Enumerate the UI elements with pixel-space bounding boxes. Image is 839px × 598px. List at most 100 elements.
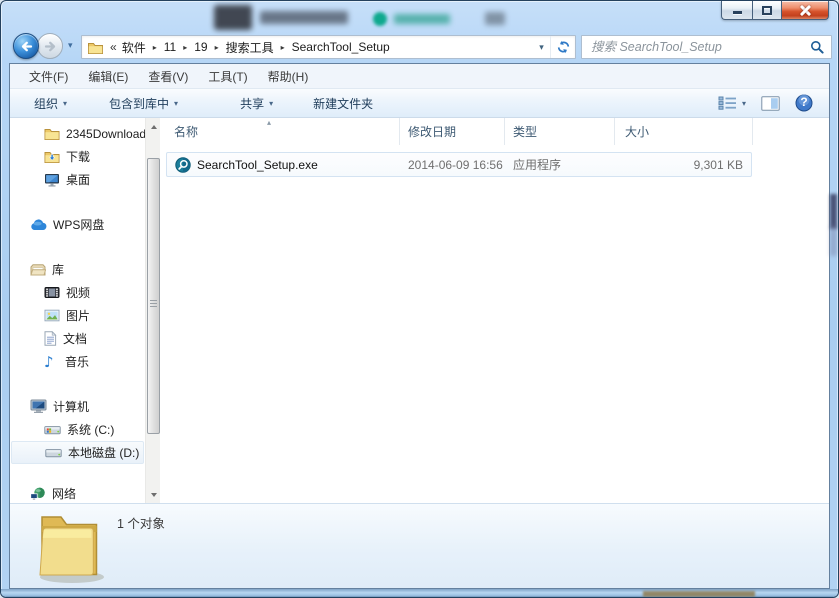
include-in-library-button[interactable]: 包含到库中▾ xyxy=(101,91,186,116)
change-view-button[interactable]: ▾ xyxy=(718,96,746,110)
background-window-blur xyxy=(830,226,837,256)
column-header-size[interactable]: 大小 xyxy=(615,118,753,145)
scroll-up-button[interactable] xyxy=(146,119,160,134)
new-folder-label: 新建文件夹 xyxy=(313,95,373,112)
search-box xyxy=(581,35,832,59)
sidebar-item-label: 2345Download xyxy=(66,127,145,141)
scrollbar-thumb[interactable] xyxy=(147,158,160,434)
sidebar-item-label: 文档 xyxy=(63,330,87,347)
breadcrumb-overflow-button[interactable]: « xyxy=(110,40,117,54)
breadcrumb-separator-icon[interactable]: ▸ xyxy=(181,43,189,52)
breadcrumb-segment[interactable]: 搜索工具 xyxy=(221,39,279,56)
sidebar-item-label: 系统 (C:) xyxy=(67,421,114,438)
menu-tools[interactable]: 工具(T) xyxy=(198,65,257,88)
help-button[interactable]: ? xyxy=(795,94,813,112)
breadcrumb-segment[interactable]: 11 xyxy=(159,40,181,54)
sidebar-group-gap xyxy=(10,464,160,482)
sidebar-item-pictures[interactable]: 图片 xyxy=(10,304,145,327)
search-input[interactable] xyxy=(582,40,803,54)
documents-icon xyxy=(44,331,57,346)
sidebar-item-local-d[interactable]: 本地磁盘 (D:) xyxy=(11,441,144,464)
breadcrumb-separator-icon[interactable]: ▸ xyxy=(213,43,221,52)
address-row: ▾ « 软件 ▸ 11 ▸ 19 ▸ 搜索工具 ▸ SearchTool_Set… xyxy=(9,31,830,63)
sidebar-item-2345download[interactable]: 2345Download xyxy=(10,122,145,145)
file-type-cell: 应用程序 xyxy=(505,156,615,173)
breadcrumb-segment[interactable]: SearchTool_Setup xyxy=(287,40,395,54)
videos-icon xyxy=(44,286,60,299)
breadcrumb-separator-icon[interactable]: ▸ xyxy=(151,43,159,52)
desktop-icon xyxy=(44,173,60,187)
column-header-date-modified[interactable]: 修改日期 xyxy=(400,118,505,145)
breadcrumb-segment[interactable]: 软件 xyxy=(117,39,151,56)
sidebar-item-desktop[interactable]: 桌面 xyxy=(10,168,145,191)
sidebar-group-gap xyxy=(10,236,160,258)
share-label: 共享 xyxy=(240,95,264,112)
menu-help[interactable]: 帮助(H) xyxy=(258,65,319,88)
window-controls xyxy=(721,1,829,20)
menu-bar: 文件(F) 编辑(E) 查看(V) 工具(T) 帮助(H) xyxy=(10,64,829,89)
address-dropdown-button[interactable]: ▾ xyxy=(533,42,550,53)
pictures-icon xyxy=(44,309,60,322)
folder-icon xyxy=(44,127,60,140)
back-button[interactable] xyxy=(13,33,39,59)
minimize-icon xyxy=(733,11,742,14)
chevron-down-icon: ▾ xyxy=(63,99,67,108)
sidebar-item-wps-cloud[interactable]: WPS网盘 xyxy=(10,213,145,236)
help-glyph: ? xyxy=(795,95,813,109)
include-in-library-label: 包含到库中 xyxy=(109,95,169,112)
sidebar-item-system-c[interactable]: 系统 (C:) xyxy=(10,418,145,441)
sidebar-item-downloads[interactable]: 下载 xyxy=(10,145,145,168)
file-list-pane: ▴ 名称 修改日期 类型 大小 SearchTool_Setup. xyxy=(160,118,829,503)
sidebar-item-network[interactable]: 网络 xyxy=(10,482,145,503)
sidebar-item-music[interactable]: ♪ 音乐 xyxy=(10,350,145,373)
breadcrumb-segment[interactable]: 19 xyxy=(189,40,212,54)
command-toolbar: 组织▾ 包含到库中▾ 共享▾ 新建文件夹 ▾ xyxy=(10,89,829,118)
refresh-icon xyxy=(556,40,571,54)
background-window-blur xyxy=(214,5,252,30)
toolbar-right-group: ▾ ? xyxy=(718,94,813,112)
column-header-name[interactable]: 名称 xyxy=(160,118,400,145)
column-headers: ▴ 名称 修改日期 类型 大小 xyxy=(160,118,829,145)
sidebar-item-label: 计算机 xyxy=(53,398,89,415)
column-header-type[interactable]: 类型 xyxy=(505,118,615,145)
menu-file[interactable]: 文件(F) xyxy=(19,65,78,88)
file-row[interactable]: SearchTool_Setup.exe 2014-06-09 16:56 应用… xyxy=(166,152,752,177)
sidebar-scrollbar[interactable] xyxy=(145,118,160,503)
minimize-button[interactable] xyxy=(721,1,752,20)
refresh-button[interactable] xyxy=(550,36,575,58)
menu-view[interactable]: 查看(V) xyxy=(138,65,198,88)
cloud-icon xyxy=(30,219,47,231)
organize-button[interactable]: 组织▾ xyxy=(26,91,75,116)
titlebar[interactable] xyxy=(1,1,838,31)
search-icon[interactable] xyxy=(803,40,831,54)
window-bottom-border xyxy=(1,589,838,597)
share-button[interactable]: 共享▾ xyxy=(232,91,281,116)
maximize-icon xyxy=(762,6,772,15)
folder-icon xyxy=(88,41,103,54)
background-desktop-blur xyxy=(643,591,755,597)
sidebar-item-libraries[interactable]: 库 xyxy=(10,258,145,281)
new-folder-button[interactable]: 新建文件夹 xyxy=(305,91,381,116)
sidebar-group-gap xyxy=(10,373,160,395)
forward-button[interactable] xyxy=(37,33,63,59)
sidebar-item-documents[interactable]: 文档 xyxy=(10,327,145,350)
file-size-cell: 9,301 KB xyxy=(615,158,751,172)
system-drive-icon xyxy=(44,424,61,436)
music-icon: ♪ xyxy=(44,353,59,371)
preview-pane-button[interactable] xyxy=(761,96,780,111)
sidebar-item-label: 图片 xyxy=(66,307,90,324)
client-area: 文件(F) 编辑(E) 查看(V) 工具(T) 帮助(H) 组织▾ 包含到库中▾… xyxy=(9,63,830,589)
maximize-button[interactable] xyxy=(752,1,782,20)
close-button[interactable] xyxy=(782,1,829,20)
recent-pages-dropdown-icon[interactable]: ▾ xyxy=(68,40,73,51)
sidebar-item-label: 音乐 xyxy=(65,353,89,370)
breadcrumb-separator-icon[interactable]: ▸ xyxy=(279,43,287,52)
preview-pane-icon xyxy=(761,96,780,111)
background-window-blur xyxy=(260,11,348,24)
local-drive-icon xyxy=(45,447,62,459)
sidebar-item-videos[interactable]: 视频 xyxy=(10,281,145,304)
menu-edit[interactable]: 编辑(E) xyxy=(78,65,138,88)
sidebar-item-computer[interactable]: 计算机 xyxy=(10,395,145,418)
breadcrumb[interactable]: « 软件 ▸ 11 ▸ 19 ▸ 搜索工具 ▸ SearchTool_Setup… xyxy=(81,35,576,59)
scroll-down-button[interactable] xyxy=(146,487,160,502)
